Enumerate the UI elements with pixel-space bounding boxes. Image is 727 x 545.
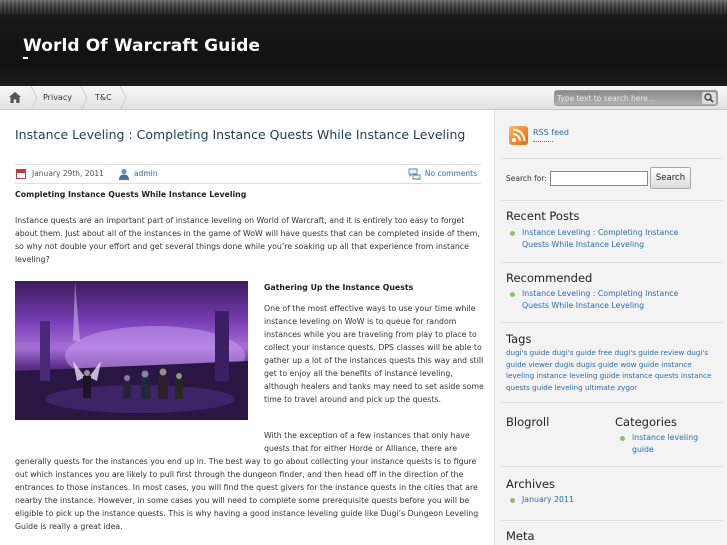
recent-posts-title: Recent Posts [506,209,580,223]
user-icon [119,168,129,180]
tags-title: Tags [506,332,532,346]
header-texture [0,0,727,14]
home-icon [9,92,21,103]
list-bullet [510,292,515,297]
sidebar-divider [501,262,723,263]
comment-bubble-icon [408,168,421,180]
archives-title: Archives [506,477,556,491]
nav-search-box [554,90,718,106]
rss-glyph [512,128,526,142]
search-icon [704,93,714,103]
sidebar-divider [501,158,723,159]
post-intro: Instance quests are an important part of… [15,216,480,264]
nav-search-button[interactable] [702,92,716,104]
nav-item-privacy[interactable]: Privacy [43,86,72,110]
category-link[interactable]: instance leveling guide [632,432,717,456]
nav-separator [80,86,88,110]
nav-separator [119,86,127,110]
blogroll-title: Blogroll [506,415,550,429]
post-paragraph-2-top: With the exception of a few instances th… [264,431,470,453]
comments-link[interactable]: No comments [425,169,477,178]
post-paragraph-2: generally quests for the instances you e… [15,457,479,531]
section-heading: Gathering Up the Instance Quests [264,283,414,292]
sidebar-divider [501,466,723,467]
list-bullet [510,231,515,236]
recommended-link[interactable]: Instance Leveling : Completing Instance … [522,288,702,312]
sidebar-search-label: Search for: [506,174,547,183]
categories-title: Categories [615,415,677,429]
post-subtitle: Completing Instance Quests While Instanc… [15,190,247,199]
list-bullet [510,498,515,503]
post-author-link[interactable]: admin [134,169,158,178]
sidebar-divider [501,402,723,403]
meta-title: Meta [506,529,535,543]
nav-item-tc[interactable]: T&C [95,86,112,110]
post-meta: January 29th, 2011 admin No comments [15,164,481,184]
post-paragraph-1: One of the most effective ways to use yo… [264,304,484,404]
site-title[interactable]: World Of Warcraft Guide [23,36,260,56]
rss-underline [533,141,553,142]
sidebar-divider [501,520,723,521]
nav-search-input[interactable] [557,92,697,104]
sidebar-divider [501,200,723,201]
nav-home[interactable] [0,86,30,110]
recommended-title: Recommended [506,271,593,285]
tag-cloud[interactable]: dugi's guide dugi's guide free dugi's gu… [506,347,716,393]
sidebar-divider [501,322,723,323]
calendar-icon [16,169,26,179]
site-header: World Of Warcraft Guide [0,0,727,86]
title-underline-mark [23,57,28,59]
sidebar-search-button[interactable]: Search [650,167,691,189]
recent-post-link[interactable]: Instance Leveling : Completing Instance … [522,227,702,251]
post-image [15,281,248,420]
sidebar-search-input[interactable] [550,171,648,186]
dungeon-scene-illustration [15,281,248,420]
archive-link[interactable]: January 2011 [522,494,702,506]
rss-icon[interactable] [509,126,528,145]
list-bullet [620,436,625,441]
post-date: January 29th, 2011 [32,169,104,178]
nav-separator [30,86,38,110]
post-title[interactable]: Instance Leveling : Completing Instance … [15,126,485,143]
rss-feed-link[interactable]: RSS feed [533,128,569,137]
